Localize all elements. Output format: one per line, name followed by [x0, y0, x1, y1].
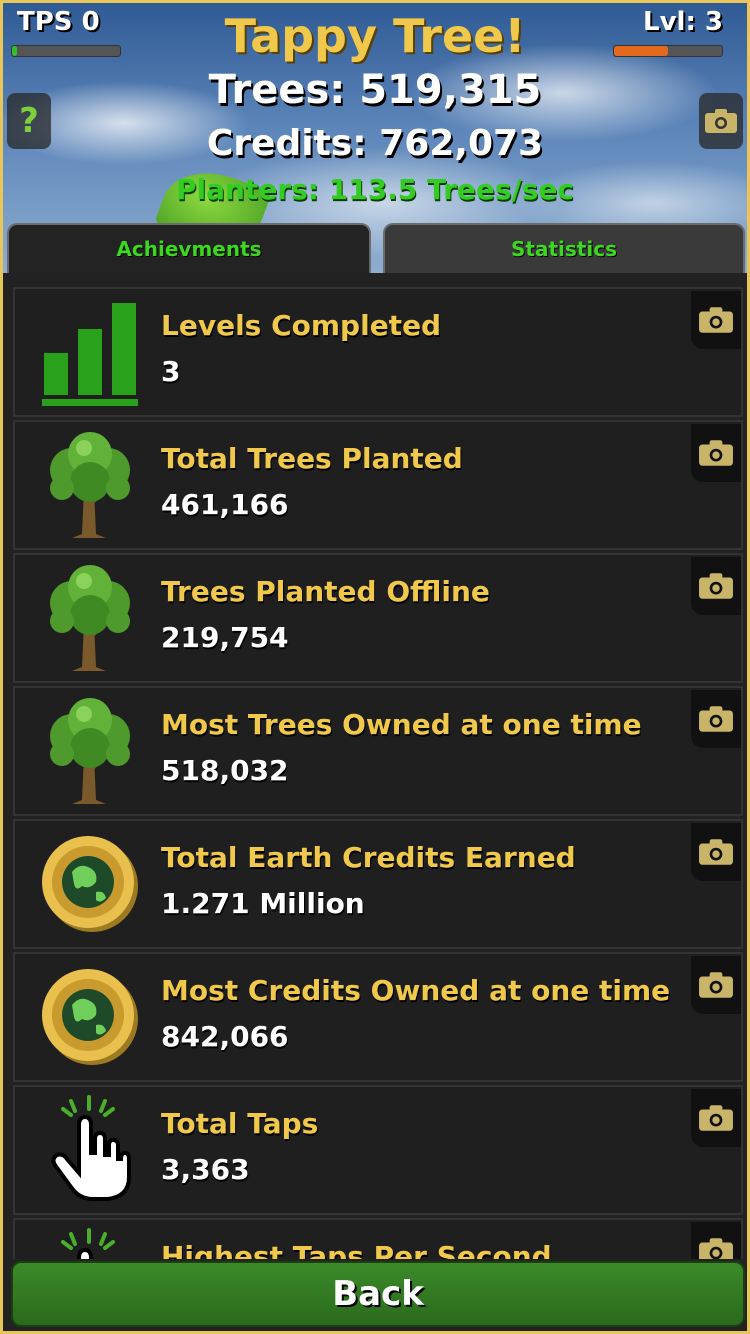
share-stat-button[interactable]	[691, 424, 741, 482]
stat-label: Total Trees Planted	[161, 442, 463, 475]
stat-label: Total Earth Credits Earned	[161, 841, 576, 874]
stat-row: Highest Taps Per Second	[13, 1218, 743, 1259]
camera-icon	[699, 1105, 733, 1131]
stat-label: Total Taps	[161, 1107, 319, 1140]
stat-row: Total Taps 3,363	[13, 1085, 743, 1215]
tree-icon	[35, 563, 145, 673]
camera-icon	[699, 307, 733, 333]
stat-label: Trees Planted Offline	[161, 575, 490, 608]
earth-coin-icon	[35, 962, 145, 1072]
share-stat-button[interactable]	[691, 823, 741, 881]
tab-bar: Achievments Statistics	[3, 223, 747, 275]
stat-label: Highest Taps Per Second	[161, 1240, 552, 1259]
game-title: Tappy Tree!	[224, 9, 526, 63]
stat-row: Total Trees Planted 461,166	[13, 420, 743, 550]
stat-row: Most Credits Owned at one time 842,066	[13, 952, 743, 1082]
question-mark-icon: ?	[19, 101, 39, 141]
camera-icon	[699, 972, 733, 998]
help-button[interactable]: ?	[7, 93, 51, 149]
share-stat-button[interactable]	[691, 1089, 741, 1147]
app-frame: TPS 0 Lvl: 3 Tappy Tree! Trees: 519,315 …	[0, 0, 750, 1334]
share-stat-button[interactable]	[691, 291, 741, 349]
stat-value: 461,166	[161, 488, 289, 521]
stat-value: 842,066	[161, 1020, 289, 1053]
back-button[interactable]: Back	[11, 1261, 745, 1327]
stat-value: 219,754	[161, 621, 289, 654]
tree-icon	[35, 696, 145, 806]
stat-label: Most Trees Owned at one time	[161, 708, 642, 741]
stat-row: Levels Completed 3	[13, 287, 743, 417]
tap-hand-icon	[35, 1228, 145, 1259]
camera-icon	[699, 573, 733, 599]
tab-achievements[interactable]: Achievments	[7, 223, 371, 273]
stat-row: Total Earth Credits Earned 1.271 Million	[13, 819, 743, 949]
stat-value: 1.271 Million	[161, 887, 365, 920]
screenshot-button[interactable]	[699, 93, 743, 149]
share-stat-button[interactable]	[691, 557, 741, 615]
camera-icon	[699, 1238, 733, 1259]
earth-coin-icon	[35, 829, 145, 939]
tree-icon	[35, 430, 145, 540]
camera-icon	[699, 440, 733, 466]
stat-label: Levels Completed	[161, 309, 442, 342]
stat-row: Most Trees Owned at one time 518,032	[13, 686, 743, 816]
stat-value: 3,363	[161, 1153, 250, 1186]
share-stat-button[interactable]	[691, 956, 741, 1014]
camera-icon	[699, 706, 733, 732]
stat-value: 518,032	[161, 754, 289, 787]
stat-value: 3	[161, 355, 181, 388]
credits-count: Credits: 762,073	[206, 123, 544, 164]
camera-icon	[705, 109, 737, 133]
stat-row: Trees Planted Offline 219,754	[13, 553, 743, 683]
bar-chart-icon	[35, 297, 145, 407]
trees-count: Trees: 519,315	[208, 67, 542, 113]
stat-label: Most Credits Owned at one time	[161, 974, 671, 1007]
statistics-list[interactable]: Levels Completed 3 Total Trees Planted 461,…	[13, 287, 743, 1259]
planters-rate: Planters: 113.5 Trees/sec	[175, 173, 574, 206]
tab-statistics[interactable]: Statistics	[383, 223, 745, 273]
share-stat-button[interactable]	[691, 1222, 741, 1259]
tap-hand-icon	[35, 1095, 145, 1205]
camera-icon	[699, 839, 733, 865]
share-stat-button[interactable]	[691, 690, 741, 748]
